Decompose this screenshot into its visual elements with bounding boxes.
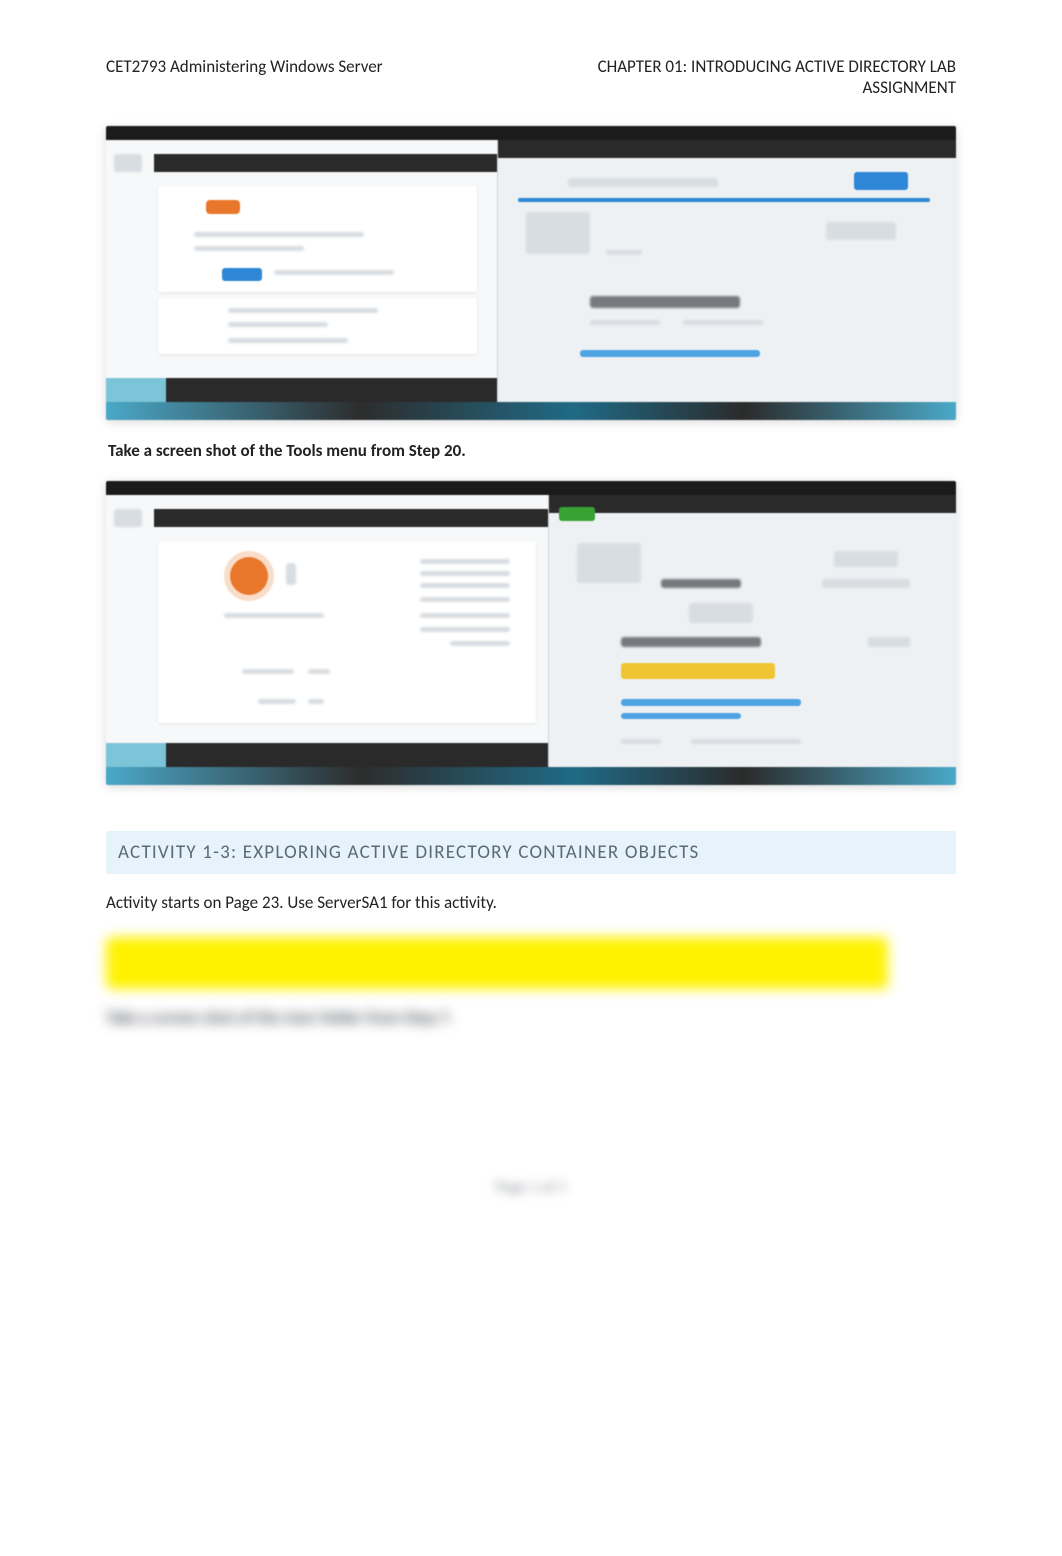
activity-intro: Activity starts on Page 23. Use ServerSA… bbox=[106, 892, 956, 913]
screenshot-step20 bbox=[106, 481, 956, 785]
highlighted-note bbox=[106, 937, 888, 989]
instruction-step20: Take a screen shot of the Tools menu fro… bbox=[108, 440, 956, 461]
header-chapter-line1: CHAPTER 01: INTRODUCING ACTIVE DIRECTORY… bbox=[598, 56, 956, 77]
screenshot-step18 bbox=[106, 126, 956, 420]
page-footer: Page 1 of 1 bbox=[106, 1178, 956, 1197]
blurred-instruction: Take a screen shot of the User folder fr… bbox=[106, 1007, 956, 1028]
header-chapter-line2: ASSIGNMENT bbox=[598, 77, 956, 98]
header-chapter: CHAPTER 01: INTRODUCING ACTIVE DIRECTORY… bbox=[598, 56, 956, 98]
header-course: CET2793 Administering Windows Server bbox=[106, 56, 383, 77]
activity-heading: ACTIVITY 1-3: EXPLORING ACTIVE DIRECTORY… bbox=[106, 831, 956, 874]
